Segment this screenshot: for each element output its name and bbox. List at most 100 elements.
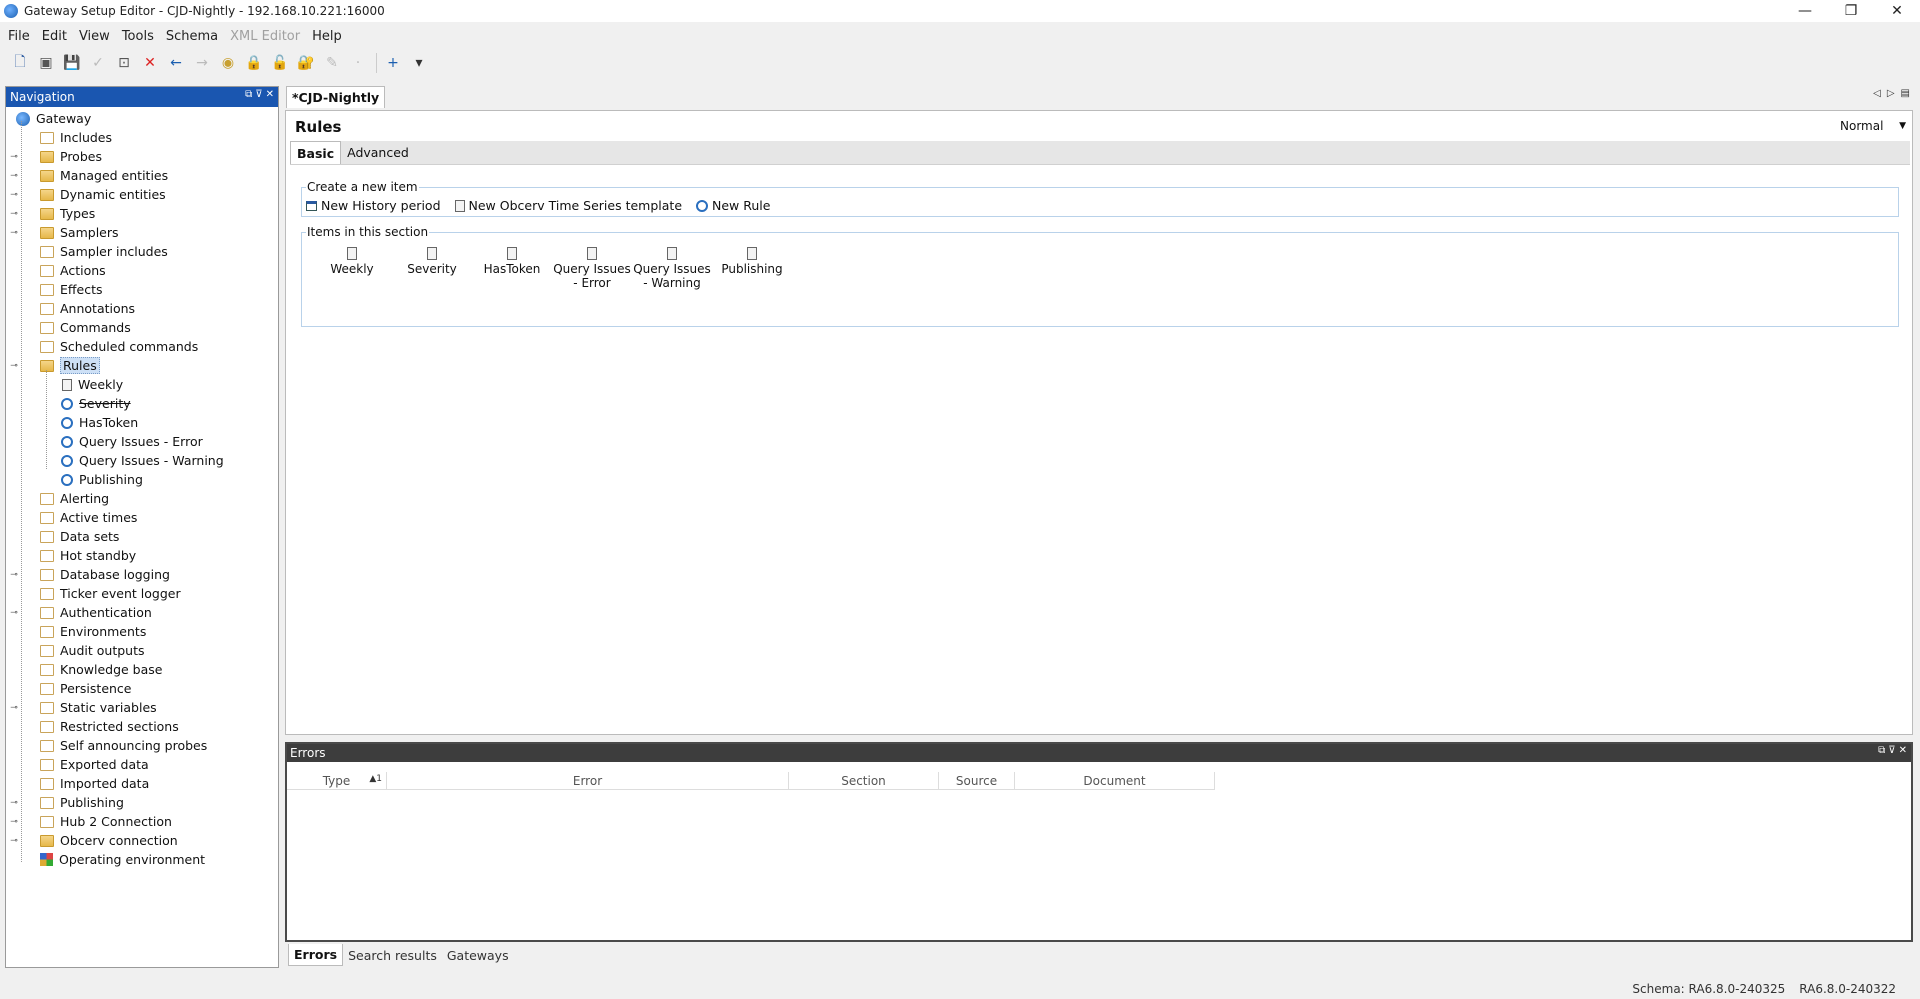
document-tab[interactable]: *CJD-Nightly bbox=[286, 86, 386, 108]
tree-item[interactable]: Self announcing probes bbox=[6, 736, 278, 755]
lock-settings-icon[interactable]: 🔐 bbox=[294, 51, 318, 75]
expand-icon[interactable]: ⊸ bbox=[9, 817, 19, 827]
tree-item[interactable]: ⊸ Dynamic entities bbox=[6, 185, 278, 204]
tab-scroll-left-icon[interactable]: ◁ bbox=[1873, 88, 1881, 99]
column-header-document[interactable]: Document bbox=[1015, 772, 1215, 790]
tree-item[interactable]: ⊸ Types bbox=[6, 204, 278, 223]
tree-item[interactable]: Hot standby bbox=[6, 546, 278, 565]
expand-icon[interactable]: ⊸ bbox=[9, 570, 19, 580]
pin-panel-icon[interactable]: ⊽ bbox=[1888, 745, 1895, 756]
tree-item[interactable]: Sampler includes bbox=[6, 242, 278, 261]
section-item-tile[interactable]: Publishing bbox=[712, 247, 792, 290]
close-panel-icon[interactable]: ✕ bbox=[266, 89, 274, 100]
tree-item[interactable]: Alerting bbox=[6, 489, 278, 508]
tree-item[interactable]: Restricted sections bbox=[6, 717, 278, 736]
expand-icon[interactable]: ⊸ bbox=[9, 152, 19, 162]
tree-item[interactable]: Data sets bbox=[6, 527, 278, 546]
delete-icon[interactable]: ✕ bbox=[138, 51, 162, 75]
menu-schema[interactable]: Schema bbox=[160, 29, 224, 44]
expand-icon[interactable]: ⊸ bbox=[9, 703, 19, 713]
restore-button[interactable]: ❐ bbox=[1828, 0, 1874, 22]
expand-icon[interactable]: ⊸ bbox=[9, 836, 19, 846]
expand-icon[interactable]: ⊸ bbox=[9, 171, 19, 181]
tab-scroll-right-icon[interactable]: ▷ bbox=[1887, 88, 1895, 99]
tree-item[interactable]: Persistence bbox=[6, 679, 278, 698]
tree-item[interactable]: Exported data bbox=[6, 755, 278, 774]
tree-item-label: Samplers bbox=[60, 225, 119, 240]
tree-item[interactable]: ⊸ Publishing bbox=[6, 793, 278, 812]
dropdown-icon[interactable]: ▾ bbox=[407, 51, 431, 75]
tab-basic[interactable]: Basic bbox=[290, 141, 342, 164]
menu-tools[interactable]: Tools bbox=[116, 29, 160, 44]
tree-item[interactable]: Audit outputs bbox=[6, 641, 278, 660]
float-panel-icon[interactable]: ⧉ bbox=[245, 89, 252, 100]
tree-item[interactable]: ⊸ Authentication bbox=[6, 603, 278, 622]
menu-edit[interactable]: Edit bbox=[36, 29, 73, 44]
new-document-icon[interactable]: 🗋 bbox=[8, 51, 32, 75]
tree-item[interactable]: Active times bbox=[6, 508, 278, 527]
expand-icon[interactable]: ⊸ bbox=[9, 228, 19, 238]
create-item-link[interactable]: New History period bbox=[306, 198, 441, 213]
tree-item[interactable]: Environments bbox=[6, 622, 278, 641]
tree-item[interactable]: ⊸ Static variables bbox=[6, 698, 278, 717]
column-header-type[interactable]: Type ▲1 bbox=[287, 772, 387, 790]
bottom-tab-search-results[interactable]: Search results bbox=[343, 944, 442, 966]
tree-item[interactable]: ⊸ Samplers bbox=[6, 223, 278, 242]
tree-item[interactable]: ⊸ Hub 2 Connection bbox=[6, 812, 278, 831]
tab-advanced[interactable]: Advanced bbox=[341, 141, 415, 164]
bottom-tab-gateways[interactable]: Gateways bbox=[442, 944, 514, 966]
mode-select[interactable]: Normal ▼ bbox=[1836, 116, 1908, 136]
expand-icon[interactable]: ⊸ bbox=[9, 798, 19, 808]
preview-icon[interactable]: ◉ bbox=[216, 51, 240, 75]
tree-item[interactable]: Publishing bbox=[6, 470, 278, 489]
save-icon[interactable]: 💾 bbox=[60, 51, 84, 75]
menu-view[interactable]: View bbox=[73, 29, 116, 44]
tree-item[interactable]: ⊸ Managed entities bbox=[6, 166, 278, 185]
section-item-tile[interactable]: Weekly bbox=[312, 247, 392, 290]
tree-item[interactable]: Actions bbox=[6, 261, 278, 280]
section-item-label: Severity bbox=[407, 262, 457, 276]
find-icon[interactable]: ⊡ bbox=[112, 51, 136, 75]
tree-item[interactable]: Commands bbox=[6, 318, 278, 337]
collapse-icon[interactable]: ⊸ bbox=[9, 361, 19, 371]
section-item-tile[interactable]: Query Issues - Warning bbox=[632, 247, 712, 290]
tree-item[interactable]: Operating environment bbox=[6, 850, 278, 869]
folder-empty-icon bbox=[40, 625, 54, 638]
create-item-link[interactable]: New Obcerv Time Series template bbox=[454, 198, 682, 213]
rule-icon bbox=[61, 454, 73, 467]
lock-icon[interactable]: 🔒 bbox=[242, 51, 266, 75]
float-panel-icon[interactable]: ⧉ bbox=[1878, 745, 1885, 756]
menu-file[interactable]: File bbox=[2, 29, 36, 44]
tree-item[interactable]: Includes bbox=[6, 128, 278, 147]
expand-icon[interactable]: ⊸ bbox=[9, 209, 19, 219]
close-button[interactable]: ✕ bbox=[1874, 0, 1920, 22]
expand-icon[interactable]: ⊸ bbox=[9, 190, 19, 200]
close-panel-icon[interactable]: ✕ bbox=[1899, 745, 1907, 756]
minimize-button[interactable]: — bbox=[1782, 0, 1828, 22]
tree-item[interactable]: Ticker event logger bbox=[6, 584, 278, 603]
tree-item[interactable]: Gateway bbox=[6, 109, 278, 128]
tree-item[interactable]: ⊸ Database logging bbox=[6, 565, 278, 584]
column-header-section[interactable]: Section bbox=[789, 772, 939, 790]
tree-item[interactable]: Annotations bbox=[6, 299, 278, 318]
tree-item[interactable]: ⊸ Obcerv connection bbox=[6, 831, 278, 850]
tree-item[interactable]: Scheduled commands bbox=[6, 337, 278, 356]
tree-item[interactable]: Knowledge base bbox=[6, 660, 278, 679]
back-icon[interactable]: ← bbox=[164, 51, 188, 75]
section-item-tile[interactable]: Severity bbox=[392, 247, 472, 290]
column-header-error[interactable]: Error bbox=[387, 772, 789, 790]
tree-item[interactable]: ⊸ Probes bbox=[6, 147, 278, 166]
column-header-source[interactable]: Source bbox=[939, 772, 1015, 790]
pin-panel-icon[interactable]: ⊽ bbox=[255, 89, 262, 100]
expand-icon[interactable]: ⊸ bbox=[9, 608, 19, 618]
add-icon[interactable]: + bbox=[381, 51, 405, 75]
tree-item[interactable]: Effects bbox=[6, 280, 278, 299]
tree-item[interactable]: Imported data bbox=[6, 774, 278, 793]
section-item-tile[interactable]: Query Issues - Error bbox=[552, 247, 632, 290]
section-item-tile[interactable]: HasToken bbox=[472, 247, 552, 290]
open-icon[interactable]: ▣ bbox=[34, 51, 58, 75]
create-item-link[interactable]: New Rule bbox=[696, 198, 770, 213]
bottom-tab-errors[interactable]: Errors bbox=[288, 944, 344, 966]
menu-help[interactable]: Help bbox=[306, 29, 348, 44]
tab-list-icon[interactable]: ▤ bbox=[1901, 88, 1910, 99]
